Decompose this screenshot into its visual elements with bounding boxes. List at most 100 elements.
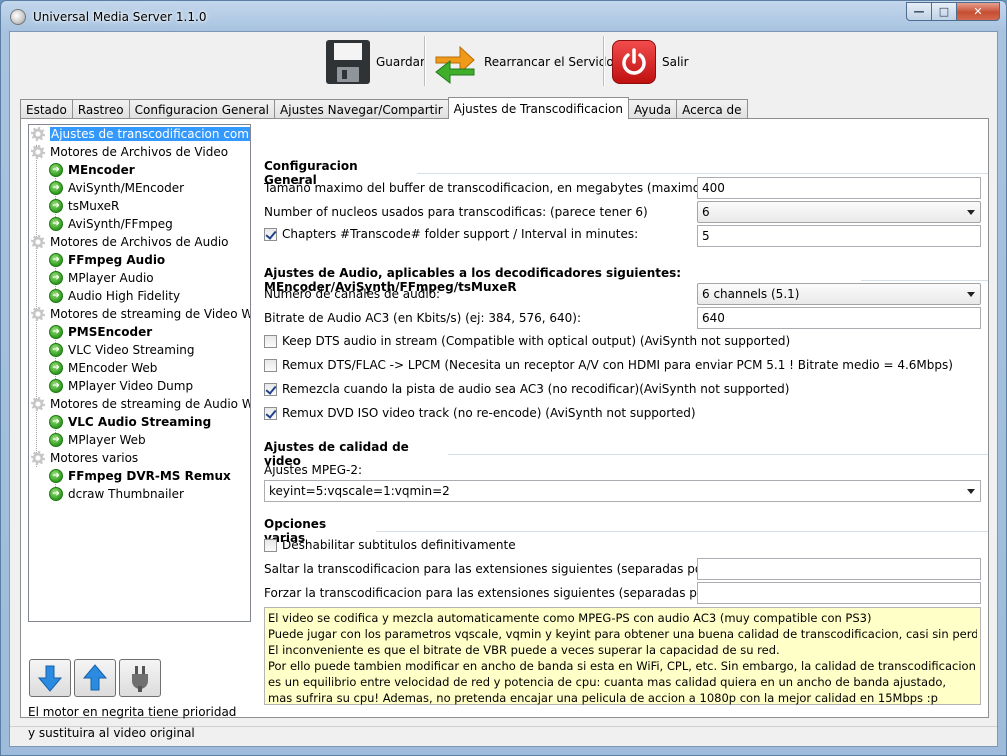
green-arrow-icon: ➜ xyxy=(49,217,63,231)
restart-server-button[interactable]: Rearrancar el Servidor xyxy=(432,36,619,88)
engine-priority-note: El motor en negrita tiene prioridad xyxy=(28,705,237,719)
green-arrow-icon: ➜ xyxy=(49,289,63,303)
ac3-bitrate-input[interactable]: 640 xyxy=(697,307,981,329)
gear-icon xyxy=(31,397,45,411)
tab-ajustes-navegar[interactable]: Ajustes Navegar/Compartir xyxy=(274,99,449,119)
disable-subtitles-checkbox[interactable]: Deshabilitar subtitulos definitivamente xyxy=(264,538,516,552)
app-window: Universal Media Server 1.1.0 — □ ✕ Guard… xyxy=(0,0,1007,756)
tab-estado[interactable]: Estado xyxy=(20,99,73,119)
green-arrow-icon: ➜ xyxy=(49,199,63,213)
tab-rastreo[interactable]: Rastreo xyxy=(71,99,130,119)
tree-item-ffmpeg-dvrms-remux[interactable]: ➜ FFmpeg DVR-MS Remux xyxy=(49,467,231,485)
app-icon[interactable] xyxy=(10,9,26,25)
tree-item-ffmpeg-audio[interactable]: ➜ FFmpeg Audio xyxy=(49,251,165,269)
audio-channels-select[interactable]: 6 channels (5.1) xyxy=(697,283,981,305)
minimize-button[interactable]: — xyxy=(906,2,932,21)
green-arrow-icon: ➜ xyxy=(49,343,63,357)
tree-item-common-settings[interactable]: Ajustes de transcodificacion comunes xyxy=(31,125,250,143)
green-arrow-icon: ➜ xyxy=(49,469,63,483)
chapters-checkbox[interactable]: Chapters #Transcode# folder support / In… xyxy=(264,227,638,241)
close-button[interactable]: ✕ xyxy=(957,2,1000,21)
checkbox-box[interactable] xyxy=(264,227,277,241)
checkbox-box[interactable] xyxy=(264,406,277,420)
tab-configuracion-general[interactable]: Configuracion General xyxy=(128,99,276,119)
toggle-engine-button[interactable] xyxy=(119,659,161,697)
arrow-down-icon xyxy=(37,665,63,692)
tree-item-vlc-audio-streaming[interactable]: ➜ VLC Audio Streaming xyxy=(49,413,211,431)
chevron-down-icon xyxy=(967,210,975,215)
status-bar xyxy=(10,726,997,746)
gear-icon xyxy=(31,145,45,159)
remux-dts-lpcm-checkbox[interactable]: Remux DTS/FLAC -> LPCM (Necesita un rece… xyxy=(264,358,953,372)
remux-ac3-checkbox[interactable]: Remezcla cuando la pista de audio sea AC… xyxy=(264,382,789,396)
tree-item-avisynth-ffmpeg[interactable]: ➜ AviSynth/FFmpeg xyxy=(49,215,173,233)
client-area: Guardar Rearrancar el Servidor Salir Est… xyxy=(9,31,998,747)
exit-button[interactable]: Salir xyxy=(612,36,689,88)
tree-item-vlc-video-streaming[interactable]: ➜ VLC Video Streaming xyxy=(49,341,195,359)
tab-acerca-de[interactable]: Acerca de xyxy=(676,99,748,119)
info-line: El video se codifica y mezcla automatica… xyxy=(268,611,872,625)
power-icon xyxy=(612,40,656,84)
mpeg2-settings-select[interactable]: keyint=5:vqscale=1:vqmin=2 xyxy=(264,480,981,502)
tree-item-tsmuxer[interactable]: ➜ tsMuxeR xyxy=(49,197,119,215)
info-line: Puede jugar con los parametros vqscale, … xyxy=(268,627,977,641)
green-arrow-icon: ➜ xyxy=(49,325,63,339)
restart-server-label: Rearrancar el Servidor xyxy=(484,55,619,69)
arrow-up-icon xyxy=(82,664,108,691)
tree-item-mplayer-web[interactable]: ➜ MPlayer Web xyxy=(49,431,146,449)
maximize-button[interactable]: □ xyxy=(932,2,957,21)
save-label: Guardar xyxy=(376,55,425,69)
checkbox-box[interactable] xyxy=(264,334,277,348)
info-line: es un equilibrio entre velocidad de red … xyxy=(268,675,947,689)
chevron-down-icon xyxy=(967,292,975,297)
checkbox-box[interactable] xyxy=(264,358,277,372)
tree-item-web-video-engines[interactable]: Motores de streaming de Video Web xyxy=(31,305,250,323)
tree-item-mencoder[interactable]: ➜ MEncoder xyxy=(49,161,135,179)
remux-dvd-iso-checkbox[interactable]: Remux DVD ISO video track (no re-encode)… xyxy=(264,406,696,420)
tree-item-avisynth-mencoder[interactable]: ➜ AviSynth/MEncoder xyxy=(49,179,184,197)
tree-item-web-audio-engines[interactable]: Motores de streaming de Audio Web xyxy=(31,395,250,413)
move-up-button[interactable] xyxy=(74,659,116,697)
chevron-down-icon xyxy=(967,489,975,494)
tree-item-mplayer-audio[interactable]: ➜ MPlayer Audio xyxy=(49,269,154,287)
cpu-cores-select[interactable]: 6 xyxy=(697,201,981,223)
tree-item-pmsencoder[interactable]: ➜ PMSEncoder xyxy=(49,323,152,341)
green-arrow-icon: ➜ xyxy=(49,163,63,177)
save-button[interactable]: Guardar xyxy=(326,36,425,88)
buffer-size-input[interactable]: 400 xyxy=(697,177,981,199)
plug-icon xyxy=(132,666,148,692)
tab-ajustes-transcodificacion[interactable]: Ajustes de Transcodificacion xyxy=(447,97,629,119)
gear-icon xyxy=(31,235,45,249)
info-line: mas sufrira su cpu! Ademas, no pretenda … xyxy=(268,691,938,705)
ac3-bitrate-label: Bitrate de Audio AC3 (en Kbits/s) (ej: 3… xyxy=(264,311,582,325)
tree-item-mencoder-web[interactable]: ➜ MEncoder Web xyxy=(49,359,157,377)
checkbox-box[interactable] xyxy=(264,382,277,396)
window-title: Universal Media Server 1.1.0 xyxy=(33,10,207,24)
move-down-button[interactable] xyxy=(29,659,71,697)
title-bar[interactable]: Universal Media Server 1.1.0 — □ ✕ xyxy=(1,1,1006,31)
keep-dts-checkbox[interactable]: Keep DTS audio in stream (Compatible wit… xyxy=(264,334,790,348)
chapters-interval-input[interactable]: 5 xyxy=(697,225,981,247)
green-arrow-icon: ➜ xyxy=(49,253,63,267)
tree-item-video-engines[interactable]: Motores de Archivos de Video xyxy=(31,143,228,161)
force-transcode-input[interactable] xyxy=(697,582,981,604)
tree-item-audio-high-fidelity[interactable]: ➜ Audio High Fidelity xyxy=(49,287,180,305)
info-line: Por ello puede tambien modificar en anch… xyxy=(268,659,976,673)
floppy-disk-icon xyxy=(326,40,370,84)
skip-transcode-input[interactable] xyxy=(697,558,981,580)
checkbox-box[interactable] xyxy=(264,538,277,552)
info-line: El inconveniente es que el bitrate de VB… xyxy=(268,643,780,657)
tab-ayuda[interactable]: Ayuda xyxy=(628,99,678,119)
tree-item-dcraw-thumbnailer[interactable]: ➜ dcraw Thumbnailer xyxy=(49,485,184,503)
toolbar-separator xyxy=(424,36,425,86)
exit-label: Salir xyxy=(662,55,689,69)
tree-item-mplayer-video-dump[interactable]: ➜ MPlayer Video Dump xyxy=(49,377,193,395)
green-arrow-icon: ➜ xyxy=(49,415,63,429)
tree-item-audio-engines[interactable]: Motores de Archivos de Audio xyxy=(31,233,229,251)
engine-tree[interactable]: Ajustes de transcodificacion comunes Mot… xyxy=(28,124,251,622)
green-arrow-icon: ➜ xyxy=(49,181,63,195)
cpu-cores-label: Number of nucleos usados para transcodif… xyxy=(264,205,648,219)
tree-item-misc-engines[interactable]: Motores varios xyxy=(31,449,138,467)
skip-transcode-label: Saltar la transcodificacion para las ext… xyxy=(264,562,759,576)
tab-bar: Estado Rastreo Configuracion General Aju… xyxy=(20,97,748,119)
